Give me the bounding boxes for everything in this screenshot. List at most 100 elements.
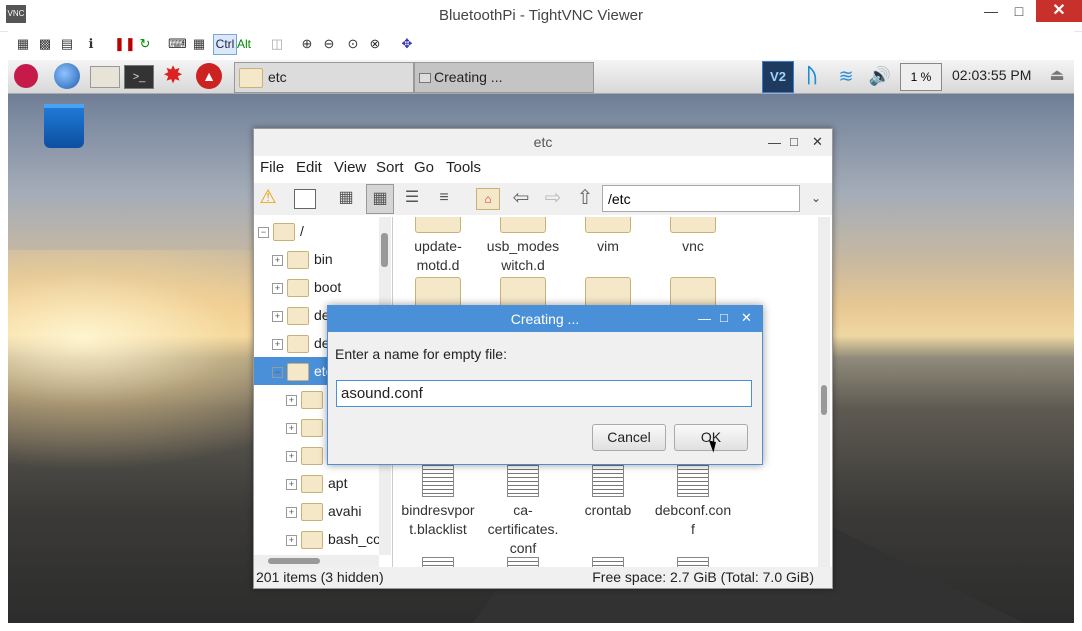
raspberry-menu-icon[interactable] — [14, 64, 38, 88]
maximize-button[interactable]: □ — [1002, 0, 1036, 22]
folder-icon — [415, 217, 461, 233]
fm-maximize-button[interactable]: □ — [790, 134, 798, 149]
forward-arrow-icon[interactable]: ⇨ — [542, 187, 564, 209]
pause-icon[interactable]: ❚❚ — [114, 35, 136, 53]
tree-scroll-thumb[interactable] — [381, 233, 388, 267]
ctrl-key-button[interactable]: Ctrl — [213, 34, 237, 55]
save-icon[interactable]: ▩ — [36, 35, 54, 53]
tree-expander-icon[interactable]: + — [286, 422, 297, 434]
window-title: BluetoothPi - TightVNC Viewer — [439, 7, 643, 24]
tree-expander-icon[interactable]: + — [286, 534, 297, 546]
tree-hscroll-thumb[interactable] — [268, 558, 320, 564]
task-etc[interactable]: etc — [234, 62, 414, 93]
file-item[interactable]: vim — [568, 217, 648, 256]
zoom-fit-icon[interactable]: ⊗ — [366, 35, 384, 53]
menu-sort[interactable]: Sort — [376, 159, 404, 176]
cancel-button[interactable]: Cancel — [592, 424, 666, 451]
icon-view-scrollbar[interactable] — [818, 217, 830, 567]
file-item[interactable] — [653, 557, 733, 567]
file-item[interactable] — [398, 557, 478, 567]
file-item[interactable] — [483, 557, 563, 567]
task-creating[interactable]: Creating ... — [414, 62, 594, 93]
file-item[interactable]: ca- certificates. conf — [483, 457, 563, 558]
tree-expander-icon[interactable]: + — [272, 310, 283, 322]
file-item[interactable]: update- motd.d — [398, 217, 478, 275]
folder-icon — [301, 419, 323, 438]
new-connection-icon[interactable]: ▦ — [14, 35, 32, 53]
tree-expander-icon[interactable]: + — [286, 506, 297, 518]
back-arrow-icon[interactable]: ⇦ — [510, 187, 532, 209]
file-manager-icon[interactable] — [90, 66, 120, 88]
filename-input[interactable]: asound.conf — [336, 380, 752, 407]
wifi-icon[interactable]: ≋ — [834, 64, 858, 88]
tree-expander-icon[interactable]: + — [286, 394, 297, 406]
tree-item-label: bin — [314, 251, 333, 267]
tree-expander-icon[interactable]: − — [258, 226, 269, 238]
dialog-maximize-button[interactable]: □ — [720, 310, 728, 325]
tree-expander-icon[interactable]: + — [272, 254, 283, 266]
icon-view-scroll-thumb[interactable] — [821, 385, 827, 415]
new-window-icon[interactable] — [294, 189, 316, 209]
trash-icon[interactable] — [44, 104, 84, 148]
icon-view-icon[interactable]: ▦ — [336, 188, 356, 208]
tree-expander-icon[interactable]: + — [286, 450, 297, 462]
ctrl-alt-del-icon[interactable]: ⌨ — [168, 35, 187, 53]
menu-view[interactable]: View — [334, 159, 366, 176]
tree-item[interactable]: − / — [254, 217, 383, 245]
tree-expander-icon[interactable]: − — [272, 366, 283, 378]
tree-expander-icon[interactable]: + — [272, 338, 283, 350]
dialog-minimize-button[interactable]: — — [698, 311, 711, 326]
clipboard-icon[interactable]: ◫ — [268, 35, 286, 53]
menu-go[interactable]: Go — [414, 159, 434, 176]
close-button[interactable]: ✕ — [1036, 0, 1082, 22]
list-view-icon[interactable]: ≡ — [434, 188, 454, 208]
fm-minimize-button[interactable]: — — [768, 135, 781, 150]
alt-key-button[interactable]: Alt — [237, 35, 257, 53]
thumbnail-view-icon[interactable]: ▦ — [366, 184, 394, 214]
home-icon[interactable]: ⌂ — [476, 188, 500, 210]
terminal-icon[interactable]: >_ — [124, 65, 154, 89]
fullscreen-icon[interactable]: ✥ — [398, 35, 416, 53]
mathematica-icon[interactable]: ✸ — [160, 63, 186, 89]
zoom-in-icon[interactable]: ⊕ — [298, 35, 316, 53]
file-item[interactable] — [568, 557, 648, 567]
zoom-out-icon[interactable]: ⊖ — [320, 35, 338, 53]
info-icon[interactable]: ℹ — [82, 35, 100, 53]
tree-horizontal-scrollbar[interactable] — [254, 555, 379, 567]
menu-tools[interactable]: Tools — [446, 159, 481, 176]
fm-close-button[interactable]: ✕ — [812, 134, 823, 150]
volume-icon[interactable]: 🔊 — [868, 64, 892, 88]
dialog-close-button[interactable]: ✕ — [741, 310, 752, 326]
up-arrow-icon[interactable]: ⇧ — [574, 187, 596, 209]
compact-view-icon[interactable]: ☰ — [402, 188, 422, 208]
file-item[interactable]: debconf.con f — [653, 457, 733, 539]
tree-item[interactable]: + bin — [254, 245, 397, 273]
folder-icon — [301, 531, 323, 550]
file-item[interactable]: vnc — [653, 217, 733, 256]
tree-item-label: / — [300, 223, 304, 239]
file-item-label: ca- certificates. conf — [487, 502, 559, 556]
file-item[interactable]: bindresvpor t.blacklist — [398, 457, 478, 539]
web-browser-icon[interactable] — [54, 63, 80, 89]
zoom-100-icon[interactable]: ⊙ — [344, 35, 362, 53]
clock[interactable]: 02:03:55 PM — [952, 67, 1031, 83]
refresh-icon[interactable]: ↻ — [136, 35, 154, 53]
menu-edit[interactable]: Edit — [296, 159, 322, 176]
options-icon[interactable]: ▤ — [58, 35, 76, 53]
fm-titlebar: etc — [254, 129, 832, 156]
tree-item-label: avahi — [328, 503, 362, 519]
windows-key-icon[interactable]: ▦ — [190, 35, 208, 53]
menu-file[interactable]: File — [260, 159, 284, 176]
tree-expander-icon[interactable]: + — [286, 478, 297, 490]
bluetooth-icon[interactable]: ᚢ — [802, 64, 822, 88]
location-bar[interactable]: /etc — [602, 185, 800, 212]
tree-item[interactable]: + boot — [254, 273, 397, 301]
eject-icon[interactable]: ⏏ — [1048, 66, 1066, 86]
chevron-down-icon[interactable]: ⌄ — [808, 190, 824, 206]
wolfram-icon[interactable]: ▲ — [196, 63, 222, 89]
warning-icon[interactable]: ⚠ — [258, 188, 278, 208]
vnc-server-icon[interactable]: V2 — [762, 61, 794, 93]
file-item[interactable]: usb_modes witch.d — [483, 217, 563, 275]
tree-expander-icon[interactable]: + — [272, 282, 283, 294]
file-item[interactable]: crontab — [568, 457, 648, 520]
